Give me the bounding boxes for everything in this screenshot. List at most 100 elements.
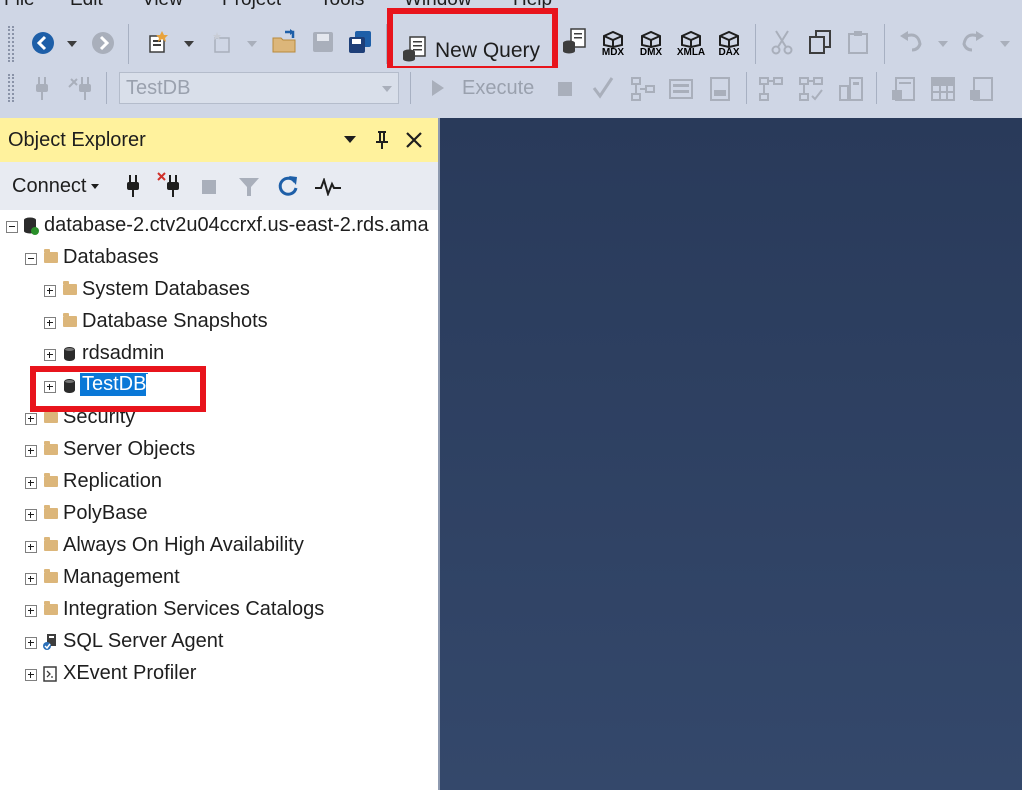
dax-query-icon[interactable]: DAX [712,24,746,64]
chevron-down-icon [90,184,99,189]
tree-node-label: System Databases [82,278,250,300]
tree-node-replication[interactable]: Replication [0,468,438,498]
tree-node-databases[interactable]: Databases [0,244,438,274]
folder-icon [63,313,77,327]
forward-icon[interactable] [90,30,116,56]
menu-edit[interactable]: Edit [70,0,103,10]
folder-icon [44,569,58,583]
pin-icon[interactable] [374,129,390,157]
selection-spacer [146,374,196,404]
add-item-dropdown-icon [247,41,257,47]
expand-icon[interactable] [25,413,37,425]
xmla-label: XMLA [676,47,706,58]
new-query-highlight [387,8,558,72]
tree-node-sql-server-agent[interactable]: SQL Server Agent [0,628,438,658]
menu-file[interactable]: File [4,0,35,10]
tree-node-label: Replication [63,470,162,492]
tree-node-label: Management [63,566,180,588]
xmla-query-icon[interactable]: XMLA [672,24,710,64]
sql-editor-toolbar: TestDB Execute [0,68,1022,110]
dax-label: DAX [718,47,740,58]
connect-label: Connect [12,175,87,197]
new-project-icon[interactable] [144,28,172,56]
dmx-query-icon[interactable]: DMX [634,24,668,64]
tree-node-integration-services[interactable]: Integration Services Catalogs [0,596,438,626]
collapse-icon[interactable] [25,253,37,265]
paste-icon [844,28,872,56]
tree-node-label: Databases [63,246,159,268]
mdx-label: MDX [601,47,625,58]
results-to-grid-icon [928,74,958,104]
profiler-icon [43,665,57,688]
dmx-label: DMX [639,47,663,58]
new-project-dropdown-icon[interactable] [184,41,194,47]
undo-dropdown-icon [938,41,948,47]
expand-icon[interactable] [25,669,37,681]
menu-view[interactable]: View [142,0,183,10]
tree-node-label: XEvent Profiler [63,662,197,684]
tree-node-server[interactable]: database-2.ctv2u04ccrxf.us-east-2.rds.am… [0,212,438,242]
tree-node-always-on[interactable]: Always On High Availability [0,532,438,562]
expand-icon[interactable] [25,573,37,585]
tree-node-management[interactable]: Management [0,564,438,594]
refresh-icon[interactable] [276,174,300,203]
expand-icon[interactable] [44,317,56,329]
expand-icon[interactable] [25,541,37,553]
tree-node-server-objects[interactable]: Server Objects [0,436,438,466]
activity-monitor-icon[interactable] [314,176,342,201]
add-item-icon [208,28,236,56]
document-well [440,118,1022,790]
collapse-icon[interactable] [6,221,18,233]
copy-icon[interactable] [806,28,834,56]
expand-icon[interactable] [25,637,37,649]
change-connection-icon [66,74,94,102]
menu-tools[interactable]: Tools [320,0,364,10]
expand-icon[interactable] [25,605,37,617]
tree-node-system-databases[interactable]: System Databases [0,276,438,306]
tree-node-label: database-2.ctv2u04ccrxf.us-east-2.rds.am… [44,214,429,236]
tree-node-label: SQL Server Agent [63,630,224,652]
mdx-query-icon[interactable]: MDX [596,24,630,64]
save-all-icon[interactable] [346,28,374,56]
connect-plug-icon[interactable] [124,174,142,203]
live-query-stats-icon [796,74,826,104]
folder-icon [44,505,58,519]
window-position-dropdown-icon[interactable] [344,136,356,143]
tree-node-database-snapshots[interactable]: Database Snapshots [0,308,438,338]
tree-node-label: Always On High Availability [63,534,304,556]
expand-icon[interactable] [25,477,37,489]
tree-node-xevent-profiler[interactable]: XEvent Profiler [0,660,438,690]
database-icon [64,347,75,361]
execute-label: Execute [462,76,535,99]
tree-node-label: Database Snapshots [82,310,268,332]
stop-icon [554,78,576,100]
save-icon [310,28,336,56]
menu-project[interactable]: Project [222,0,281,10]
tree-node-label: PolyBase [63,502,148,524]
tree-node-label: Server Objects [63,438,196,460]
expand-icon[interactable] [25,509,37,521]
back-dropdown-icon[interactable] [67,41,77,47]
folder-icon [44,473,58,487]
toolbar-grip[interactable] [8,26,14,62]
expand-icon[interactable] [44,349,56,361]
back-icon[interactable] [30,30,56,56]
tree-node-polybase[interactable]: PolyBase [0,500,438,530]
toolbar-grip[interactable] [8,74,14,102]
expand-icon[interactable] [44,285,56,297]
connect-button[interactable]: Connect [12,175,99,198]
expand-icon[interactable] [25,445,37,457]
redo-icon [958,28,988,56]
standard-toolbar: New Query MDX DMX XMLA DAX [0,8,1022,72]
intellisense-icon [706,74,734,104]
close-icon[interactable] [404,130,424,156]
object-explorer-panel: Object Explorer Connect database-2.ctv2u… [0,118,440,790]
chevron-down-icon [382,86,392,92]
available-databases-select[interactable]: TestDB [119,72,399,104]
play-icon [432,80,444,96]
disconnect-icon[interactable] [156,171,184,204]
folder-icon [44,537,58,551]
open-file-icon[interactable] [270,28,300,56]
folder-icon [44,441,58,455]
database-engine-query-icon[interactable] [560,26,588,56]
